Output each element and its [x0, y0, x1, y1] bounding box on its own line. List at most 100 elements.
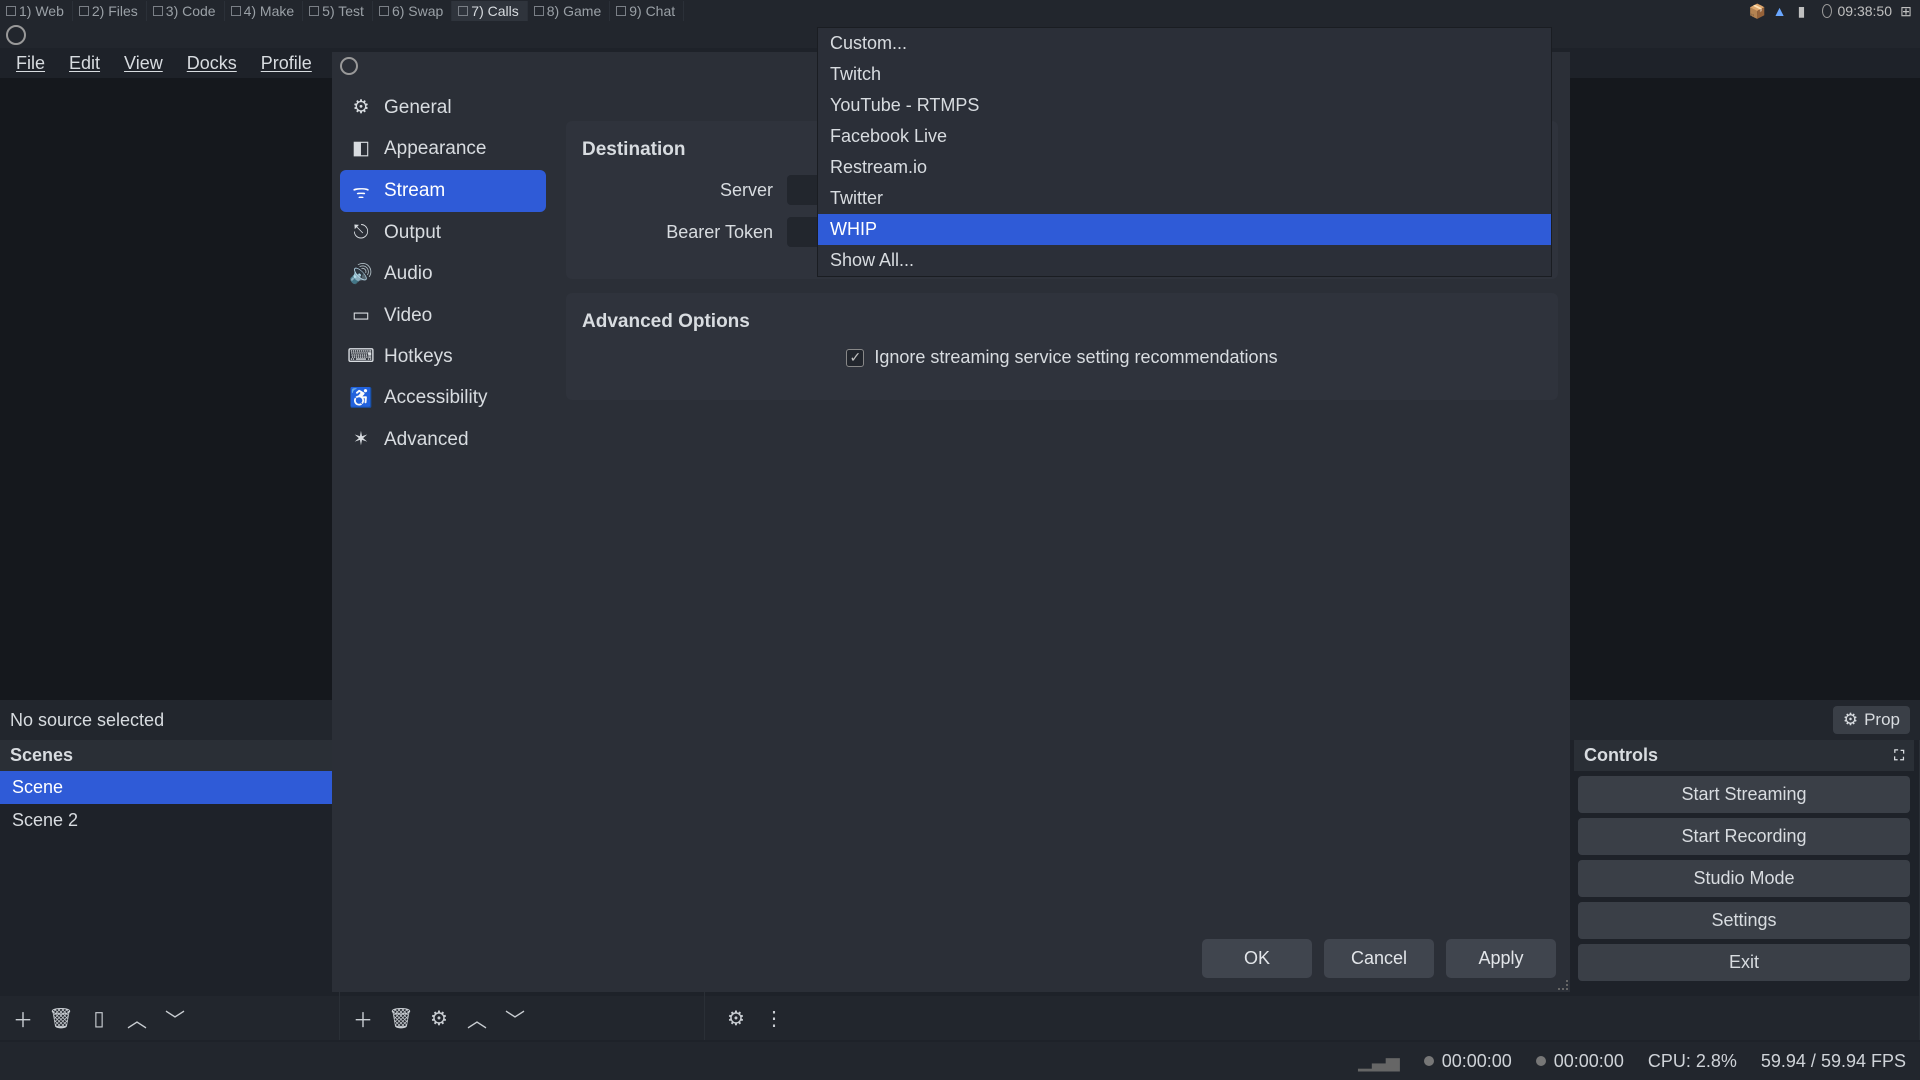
scenes-toolbar: ＋ 🗑 ▯ ︿ ﹀	[0, 996, 339, 1040]
monitor-icon: ▭	[350, 304, 372, 327]
window-icon	[616, 6, 626, 16]
system-tab[interactable]: 9) Chat	[610, 1, 684, 21]
window-icon	[379, 6, 389, 16]
gear-icon: ⚙	[1843, 710, 1858, 730]
studio-mode-button[interactable]: Studio Mode	[1578, 860, 1910, 897]
sidebar-item-hotkeys[interactable]: ⌨Hotkeys	[340, 337, 546, 376]
status-record: 00:00:00	[1536, 1051, 1624, 1072]
cancel-button[interactable]: Cancel	[1324, 939, 1434, 978]
dropdown-item-restream[interactable]: Restream.io	[818, 152, 1551, 183]
tray-obs-icon[interactable]	[1816, 3, 1832, 19]
speaker-icon: 🔊	[350, 262, 372, 286]
tray-battery-icon[interactable]: ▮	[1794, 3, 1810, 19]
resize-grip[interactable]	[1558, 980, 1568, 990]
system-tray: 📦 ▲ ▮ 09:38:50 ⊞	[1750, 0, 1920, 22]
sidebar-item-appearance[interactable]: ◧Appearance	[340, 129, 546, 168]
scene-item[interactable]: Scene 2	[0, 804, 339, 837]
system-tab[interactable]: 5) Test	[303, 1, 373, 21]
source-properties-button[interactable]: ⚙	[424, 1003, 454, 1033]
sidebar-item-output[interactable]: ⎋Output	[340, 214, 546, 252]
network-icon: ▁▃▅	[1358, 1051, 1400, 1072]
start-recording-button[interactable]: Start Recording	[1578, 818, 1910, 855]
system-tab[interactable]: 3) Code	[147, 1, 225, 21]
tray-app-icon[interactable]: 📦	[1750, 3, 1766, 19]
statusbar: ▁▃▅ 00:00:00 00:00:00 CPU: 2.8% 59.94 / …	[0, 1042, 1920, 1080]
menu-file[interactable]: File	[6, 50, 55, 77]
accessibility-icon: ♿	[350, 386, 372, 410]
status-fps: 59.94 / 59.94 FPS	[1761, 1051, 1906, 1072]
window-icon	[458, 6, 468, 16]
dropdown-item-showall[interactable]: Show All...	[818, 245, 1551, 276]
sidebar-item-advanced[interactable]: ✶Advanced	[340, 420, 546, 459]
system-tab[interactable]: 8) Game	[528, 1, 610, 21]
obs-logo-icon	[340, 57, 358, 75]
tray-grid-icon[interactable]: ⊞	[1898, 3, 1914, 19]
scenes-dock: Scenes Scene Scene 2 ＋ 🗑 ▯ ︿ ﹀	[0, 740, 340, 1040]
scene-filter-button[interactable]: ▯	[84, 1003, 114, 1033]
dropdown-item-twitch[interactable]: Twitch	[818, 59, 1551, 90]
system-tab[interactable]: 1) Web	[0, 1, 73, 21]
source-up-button[interactable]: ︿	[462, 1003, 492, 1033]
dropdown-item-custom[interactable]: Custom...	[818, 28, 1551, 59]
sidebar-item-accessibility[interactable]: ♿Accessibility	[340, 378, 546, 418]
clock: 09:38:50	[1838, 3, 1893, 19]
exit-button[interactable]: Exit	[1578, 944, 1910, 981]
sidebar-item-general[interactable]: ⚙General	[340, 88, 546, 127]
controls-dock: Controls ⛶ Start Streaming Start Recordi…	[1574, 740, 1914, 986]
start-streaming-button[interactable]: Start Streaming	[1578, 776, 1910, 813]
obs-logo-icon	[6, 25, 26, 45]
add-source-button[interactable]: ＋	[348, 1003, 378, 1033]
settings-button[interactable]: Settings	[1578, 902, 1910, 939]
tray-arrow-icon[interactable]: ▲	[1772, 3, 1788, 19]
system-tab[interactable]: 7) Calls	[452, 1, 527, 21]
service-dropdown: Custom... Twitch YouTube - RTMPS Faceboo…	[817, 27, 1552, 277]
obs-window: File Edit View Docks Profile Scene No so…	[0, 22, 1920, 1080]
add-scene-button[interactable]: ＋	[8, 1003, 38, 1033]
expand-icon[interactable]: ⛶	[1894, 747, 1904, 764]
ignore-checkbox[interactable]: ✓	[846, 349, 864, 367]
remove-scene-button[interactable]: 🗑	[46, 1003, 76, 1033]
gear-icon: ⚙	[350, 96, 372, 119]
properties-button[interactable]: ⚙ Prop	[1833, 706, 1910, 734]
ok-button[interactable]: OK	[1202, 939, 1312, 978]
status-stream: 00:00:00	[1424, 1051, 1512, 1072]
sources-toolbar: ＋ 🗑 ⚙ ︿ ﹀	[340, 996, 704, 1040]
token-label: Bearer Token	[582, 222, 787, 243]
window-icon	[79, 6, 89, 16]
sidebar-item-audio[interactable]: 🔊Audio	[340, 254, 546, 294]
keyboard-icon: ⌨	[350, 345, 372, 368]
dropdown-item-youtube[interactable]: YouTube - RTMPS	[818, 90, 1551, 121]
menu-profile[interactable]: Profile	[251, 50, 322, 77]
preview-status-text: No source selected	[10, 710, 164, 731]
remove-source-button[interactable]: 🗑	[386, 1003, 416, 1033]
scene-down-button[interactable]: ﹀	[160, 1003, 190, 1033]
ignore-label[interactable]: Ignore streaming service setting recomme…	[874, 347, 1277, 368]
scene-item[interactable]: Scene	[0, 771, 339, 804]
mixer-menu-button[interactable]: ⋮	[759, 1003, 789, 1033]
mixer-settings-button[interactable]: ⚙	[721, 1003, 751, 1033]
advanced-section: Advanced Options ✓ Ignore streaming serv…	[566, 293, 1558, 400]
menu-docks[interactable]: Docks	[177, 50, 247, 77]
menu-view[interactable]: View	[114, 50, 173, 77]
sidebar-item-video[interactable]: ▭Video	[340, 296, 546, 335]
system-tab[interactable]: 6) Swap	[373, 1, 452, 21]
window-icon	[534, 6, 544, 16]
scene-up-button[interactable]: ︿	[122, 1003, 152, 1033]
dropdown-item-twitter[interactable]: Twitter	[818, 183, 1551, 214]
window-icon	[231, 6, 241, 16]
window-icon	[6, 6, 16, 16]
system-tab[interactable]: 4) Make	[225, 1, 304, 21]
settings-sidebar: ⚙General ◧Appearance ᯤStream ⎋Output 🔊Au…	[332, 80, 554, 992]
dropdown-item-whip[interactable]: WHIP	[818, 214, 1551, 245]
menu-edit[interactable]: Edit	[59, 50, 110, 77]
mixer-toolbar: ⚙ ⋮	[705, 996, 1919, 1040]
sidebar-item-stream[interactable]: ᯤStream	[340, 170, 546, 212]
system-tab[interactable]: 2) Files	[73, 1, 147, 21]
scenes-header: Scenes	[0, 740, 339, 771]
dropdown-item-facebook[interactable]: Facebook Live	[818, 121, 1551, 152]
scenes-list[interactable]: Scene Scene 2	[0, 771, 339, 996]
system-tab-bar: 1) Web 2) Files 3) Code 4) Make 5) Test …	[0, 0, 1920, 22]
source-down-button[interactable]: ﹀	[500, 1003, 530, 1033]
apply-button[interactable]: Apply	[1446, 939, 1556, 978]
window-icon	[153, 6, 163, 16]
